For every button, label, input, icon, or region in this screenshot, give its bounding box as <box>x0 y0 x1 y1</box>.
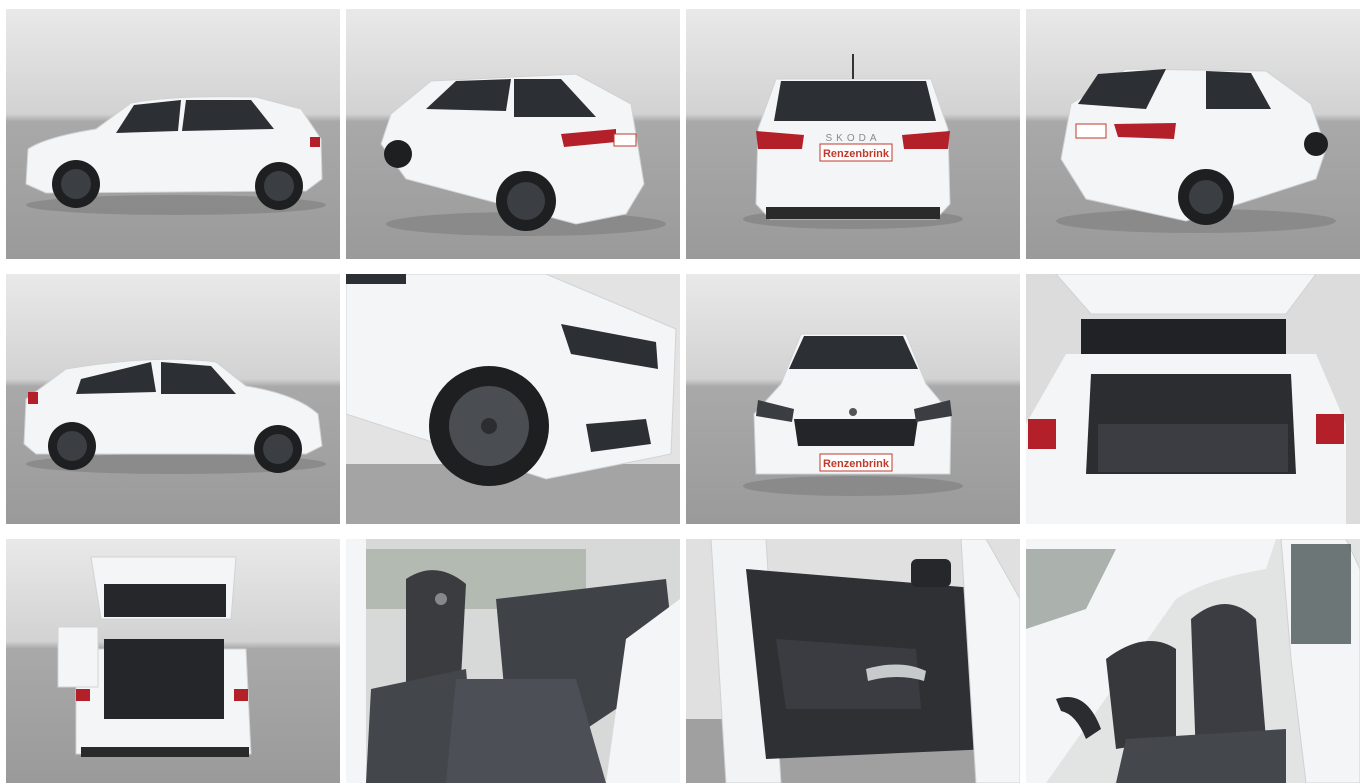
photo-side-right[interactable] <box>6 274 340 524</box>
car-side-image <box>6 9 340 259</box>
car-wheel-detail-image <box>346 274 680 524</box>
car-tailgate-image <box>6 539 340 783</box>
car-rear-image: SKODA Renzenbrink <box>686 9 1020 259</box>
photo-front-wheel-detail[interactable] <box>346 274 680 524</box>
car-trunk-image <box>1026 274 1360 524</box>
brand-badge: SKODA <box>825 133 880 144</box>
photo-gallery: SKODA Renzenbrink Renzenbrink <box>0 0 1367 783</box>
photo-tailgate-open[interactable] <box>6 539 340 783</box>
car-rear-three-quarter-image <box>346 9 680 259</box>
car-side-right-image <box>6 274 340 524</box>
car-door-panel-image <box>686 539 1020 783</box>
car-front-seats-image <box>1026 539 1360 783</box>
photo-side-left[interactable] <box>6 9 340 259</box>
photo-trunk-open[interactable] <box>1026 274 1360 524</box>
photo-door-panel[interactable] <box>686 539 1020 783</box>
photo-front-seats[interactable] <box>1026 539 1360 783</box>
photo-rear-three-quarter-right[interactable] <box>1026 9 1360 259</box>
photo-rear-seats[interactable] <box>346 539 680 783</box>
car-rear-three-quarter-right-image <box>1026 9 1360 259</box>
photo-front[interactable]: Renzenbrink <box>686 274 1020 524</box>
dealer-plate: Renzenbrink <box>823 148 890 160</box>
car-rear-seats-image <box>346 539 680 783</box>
car-front-image: Renzenbrink <box>686 274 1020 524</box>
photo-rear[interactable]: SKODA Renzenbrink <box>686 9 1020 259</box>
photo-rear-three-quarter-left[interactable] <box>346 9 680 259</box>
front-dealer-plate: Renzenbrink <box>823 458 890 470</box>
